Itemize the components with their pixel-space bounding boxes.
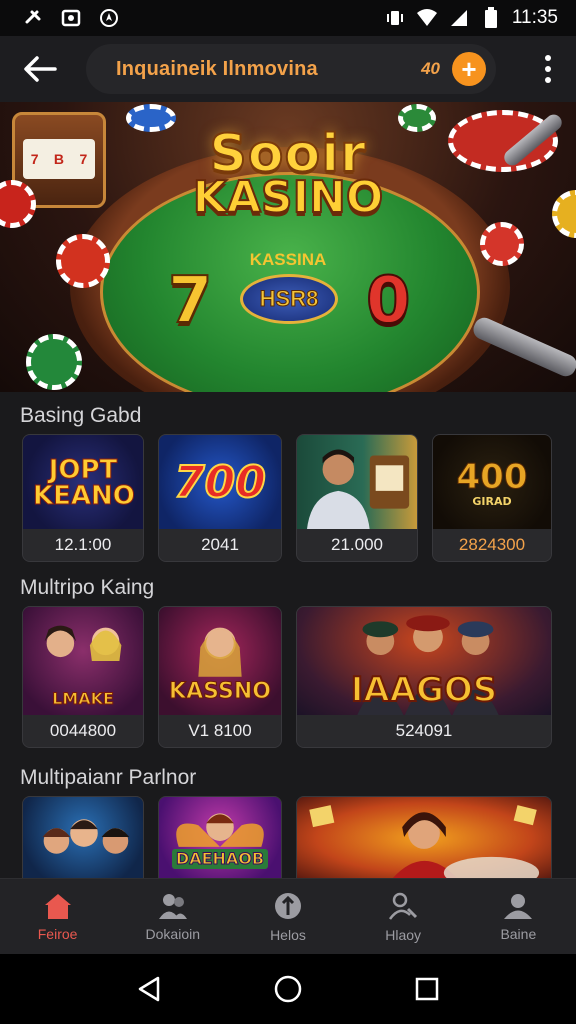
nav-item-profile-search[interactable]: Hlaoy [348, 882, 458, 952]
card-label: 12.1:00 [23, 529, 143, 561]
more-dot-icon [545, 55, 551, 61]
section-title: Basing Gabd [20, 404, 142, 427]
users-icon [158, 893, 187, 919]
nav-item-location[interactable]: Helos [233, 882, 343, 952]
nav-item-group[interactable]: Baine [463, 882, 573, 952]
usb-icon [22, 7, 44, 29]
dealer-avatar-icon [306, 449, 410, 531]
nav-label: Hlaoy [385, 926, 422, 943]
hero-number-left: 7 [167, 263, 214, 339]
nav-label: Helos [270, 926, 306, 943]
game-card[interactable]: JOPT KEANO 12.1:00 [22, 434, 144, 562]
card-art-text: KASSNO [169, 679, 272, 704]
game-card[interactable]: 700 2041 [158, 434, 282, 562]
signal-icon [448, 7, 470, 29]
card-art-subtext: GIRAD [472, 494, 512, 508]
group-icon [504, 893, 533, 919]
square-recents-icon [415, 977, 438, 1001]
app-bar: Inquaineik Ilnmovina 40 + [0, 36, 576, 102]
section-title: Multripo Kaing [20, 576, 155, 599]
nav-label: Feiroe [37, 925, 78, 942]
more-dot-icon [545, 77, 551, 83]
nav-item-home[interactable]: Feiroe [3, 882, 113, 952]
profile-search-icon [389, 892, 418, 920]
nav-label: Baine [500, 925, 537, 942]
game-card[interactable]: IAAGOS 524091 [296, 606, 552, 748]
card-art-text: DAEHAOB [171, 849, 269, 869]
card-label: 2824300 [433, 529, 551, 561]
location-icon [98, 7, 120, 29]
card-art-text: 700 [173, 457, 267, 508]
game-card[interactable]: LMAKE 0044800 [22, 606, 144, 748]
card-art-text: JOPT KEANO [33, 455, 136, 511]
location-pin-icon [274, 892, 301, 919]
triangle-back-icon [139, 976, 160, 1002]
card-label: 524091 [297, 715, 551, 747]
game-card[interactable]: 21.000 [296, 434, 418, 562]
coin-count: 40 [421, 59, 440, 78]
hero-badge: HSR8 [240, 274, 338, 324]
game-card[interactable]: 400 GIRAD 2824300 [432, 434, 552, 562]
dealer-avatar-icon [309, 805, 540, 878]
hero-logo-main: KASINO [192, 171, 384, 224]
card-label: V1 8100 [159, 715, 281, 747]
more-options-button[interactable] [536, 49, 560, 89]
card-art-text: IAAGOS [350, 670, 499, 710]
system-home-button[interactable] [264, 965, 312, 1013]
card-art-text: LMAKE [52, 689, 115, 708]
more-dot-icon [545, 66, 551, 72]
vibrate-icon [384, 7, 406, 29]
card-label: 0044800 [23, 715, 143, 747]
card-art-text: 400 [456, 456, 528, 497]
circle-home-icon [274, 975, 302, 1003]
card-label: 21.000 [297, 529, 417, 561]
system-navigation-bar [0, 954, 576, 1024]
system-back-button[interactable] [125, 965, 173, 1013]
card-label: 2041 [159, 529, 281, 561]
status-time: 11:35 [511, 7, 558, 28]
add-coins-button[interactable]: + [452, 52, 486, 86]
hero-number-right: 0 [365, 263, 412, 339]
home-icon [44, 893, 71, 919]
nav-label: Dokaioin [145, 925, 201, 942]
hero-subtitle: KASSINA [249, 250, 327, 269]
bottom-navigation: Feiroe Dokaioin Helos Hlaoy Baine [0, 878, 576, 954]
wifi-icon [416, 7, 438, 29]
photo-icon [60, 7, 82, 29]
game-card[interactable] [22, 796, 144, 878]
hero-banner[interactable]: 7B7 Sooir KASINO KASSINA 7 HSR8 0 [0, 102, 576, 392]
game-card[interactable]: DAEHAOB [158, 796, 282, 878]
back-arrow-icon [24, 56, 57, 82]
back-button[interactable] [16, 45, 64, 93]
battery-icon [480, 7, 502, 29]
system-recents-button[interactable] [403, 965, 451, 1013]
section-title: Multipaianr Parlnor [20, 766, 197, 789]
players-avatar-icon [42, 819, 130, 854]
nav-item-users[interactable]: Dokaioin [118, 882, 228, 952]
status-bar: 11:35 [0, 0, 576, 36]
page-title: Inquaineik Ilnmovina [116, 57, 318, 80]
game-card[interactable] [296, 796, 552, 878]
game-card[interactable]: KASSNO V1 8100 [158, 606, 282, 748]
title-pill: Inquaineik Ilnmovina 40 + [86, 44, 496, 94]
poker-chip-icon [26, 334, 82, 390]
